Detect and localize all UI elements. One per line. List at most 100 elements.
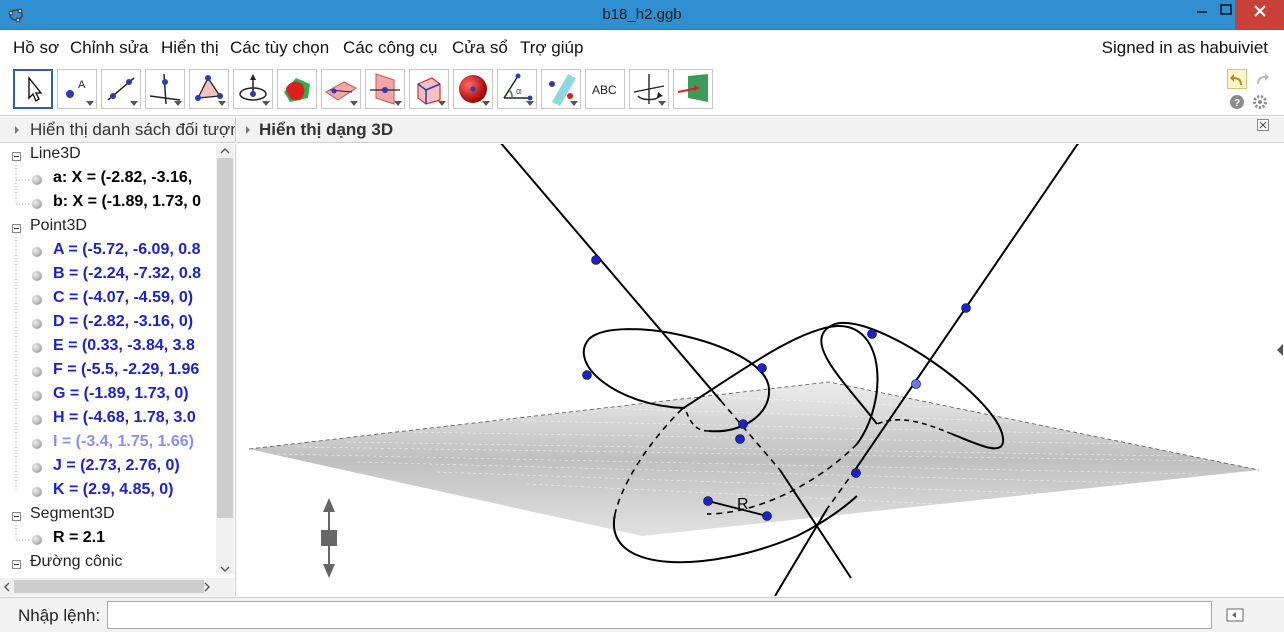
close-icon (1254, 5, 1266, 17)
visibility-toggle[interactable] (32, 271, 42, 281)
command-input[interactable] (107, 601, 1212, 629)
point-r-start (703, 496, 713, 506)
visibility-toggle[interactable] (32, 295, 42, 305)
close-button[interactable] (1235, 0, 1284, 30)
gear-icon (1253, 95, 1267, 109)
algebra-object[interactable]: R = 2.1 (53, 529, 105, 547)
algebra-horizontal-scrollbar[interactable] (0, 578, 234, 596)
tool-move[interactable] (13, 69, 53, 109)
algebra-object[interactable]: J = (2.73, 2.76, 0) (53, 457, 180, 475)
undo-button[interactable] (1227, 69, 1247, 89)
visibility-toggle[interactable] (32, 247, 42, 257)
tool-view-in-front[interactable] (673, 69, 713, 109)
graphics-3d-view[interactable]: R (237, 144, 1284, 596)
collapse-toggle[interactable] (12, 224, 21, 233)
visibility-toggle[interactable] (32, 199, 42, 209)
close-view-icon[interactable] (1257, 119, 1269, 131)
scroll-thumb[interactable] (217, 158, 233, 518)
menu-help[interactable]: Trợ giúp (520, 38, 583, 58)
algebra-object[interactable]: B = (-2.24, -7.32, 0.8 (53, 265, 201, 283)
tool-intersect-surfaces[interactable] (277, 69, 317, 109)
tool-sphere[interactable] (453, 69, 493, 109)
visibility-toggle[interactable] (32, 487, 42, 497)
help-icon: ? (1230, 95, 1244, 109)
category-header[interactable]: Line3D (30, 145, 81, 163)
input-help-icon[interactable] (1226, 606, 1244, 624)
algebra-view-header: Hiển thị danh sách đối tượng (0, 117, 236, 143)
menu-options[interactable]: Các tùy chọn (230, 38, 329, 58)
menu-file[interactable]: Hồ sơ (13, 38, 59, 58)
tool-reflect-plane[interactable] (541, 69, 581, 109)
tree-lines (15, 162, 30, 541)
algebra-object[interactable]: a: X = (-2.82, -3.16, (53, 169, 192, 187)
tool-pyramid[interactable] (409, 69, 449, 109)
chevron-right-icon[interactable] (12, 117, 24, 143)
algebra-object[interactable]: F = (-5.5, -2.29, 1.96 (53, 361, 199, 379)
algebra-view-title: Hiển thị danh sách đối tượng (30, 120, 236, 139)
redo-button[interactable] (1251, 69, 1271, 89)
tool-perpendicular-plane[interactable] (365, 69, 405, 109)
tool-point[interactable]: A (57, 69, 97, 109)
menu-edit[interactable]: Chỉnh sửa (70, 38, 148, 58)
tool-rotate-view[interactable] (629, 69, 669, 109)
tool-polygon[interactable] (189, 69, 229, 109)
visibility-toggle[interactable] (32, 367, 42, 377)
scene-3d[interactable]: R (237, 144, 1284, 596)
visibility-toggle[interactable] (32, 343, 42, 353)
toolbar: A α ABC ? (0, 64, 1284, 116)
redo-icon (1257, 73, 1269, 84)
move-arrow-icon (28, 76, 43, 102)
algebra-object[interactable]: H = (-4.68, 1.78, 3.0 (53, 409, 196, 427)
visibility-toggle[interactable] (32, 463, 42, 473)
category-header[interactable]: Segment3D (30, 505, 115, 523)
svg-text:ABC: ABC (592, 83, 617, 97)
tool-angle[interactable]: α (497, 69, 537, 109)
intersect-surfaces-icon (284, 78, 310, 102)
menu-window[interactable]: Cửa sổ (452, 38, 508, 58)
chevron-right-icon[interactable] (243, 117, 255, 143)
tool-circle-axis[interactable] (233, 69, 273, 109)
collapse-toggle[interactable] (12, 152, 21, 161)
algebra-list: Line3D a: X = (-2.82, -3.16, b: X = (-1.89… (0, 144, 236, 596)
text-icon: ABC (592, 83, 617, 97)
title-bar: b18_h2.ggb (0, 0, 1284, 30)
algebra-object[interactable]: A = (-5.72, -6.09, 0.8 (53, 241, 200, 259)
undo-icon (1230, 74, 1242, 85)
algebra-object[interactable]: E = (0.33, -3.84, 3.8 (53, 337, 195, 355)
collapse-toggle[interactable] (12, 560, 21, 569)
visibility-toggle[interactable] (32, 175, 42, 185)
visibility-toggle[interactable] (32, 439, 42, 449)
visibility-toggle[interactable] (32, 535, 42, 545)
algebra-object[interactable]: b: X = (-1.89, 1.73, 0 (53, 193, 201, 211)
z-axis-navigator[interactable] (321, 498, 337, 578)
menu-view[interactable]: Hiển thị (161, 38, 219, 58)
algebra-object[interactable]: G = (-1.89, 1.73, 0) (53, 385, 189, 403)
view-in-front-icon (677, 74, 708, 102)
tool-plane-three-points[interactable] (321, 69, 361, 109)
algebra-object[interactable]: I = (-3.4, 1.75, 1.66) (53, 433, 194, 451)
visibility-toggle[interactable] (32, 391, 42, 401)
menu-tools[interactable]: Các công cụ (343, 38, 438, 58)
signed-in-status[interactable]: Signed in as habuiviet (1102, 38, 1268, 58)
category-header[interactable]: Point3D (30, 217, 87, 235)
point-on-b-top (961, 303, 971, 313)
algebra-object[interactable]: D = (-2.82, -3.16, 0) (53, 313, 193, 331)
tool-text[interactable]: ABC (585, 69, 625, 109)
visibility-toggle[interactable] (32, 415, 42, 425)
settings-button[interactable] (1252, 94, 1268, 110)
algebra-object[interactable]: K = (2.9, 4.85, 0) (53, 481, 174, 499)
help-button[interactable]: ? (1229, 94, 1245, 110)
algebra-vertical-scrollbar[interactable] (216, 144, 234, 574)
svg-text:?: ? (1234, 98, 1240, 109)
category-header[interactable]: Đường cônic (30, 553, 122, 571)
algebra-object[interactable]: C = (-4.07, -4.59, 0) (53, 289, 193, 307)
tool-perpendicular[interactable] (145, 69, 185, 109)
point-circle1-right (757, 363, 767, 373)
visibility-toggle[interactable] (32, 319, 42, 329)
scroll-thumb-horizontal[interactable] (14, 580, 204, 593)
collapse-toggle[interactable] (12, 512, 21, 521)
tool-line[interactable] (101, 69, 141, 109)
scroll-down-icon (220, 566, 230, 572)
scroll-up-icon (220, 148, 230, 154)
svg-text:A: A (78, 79, 86, 91)
